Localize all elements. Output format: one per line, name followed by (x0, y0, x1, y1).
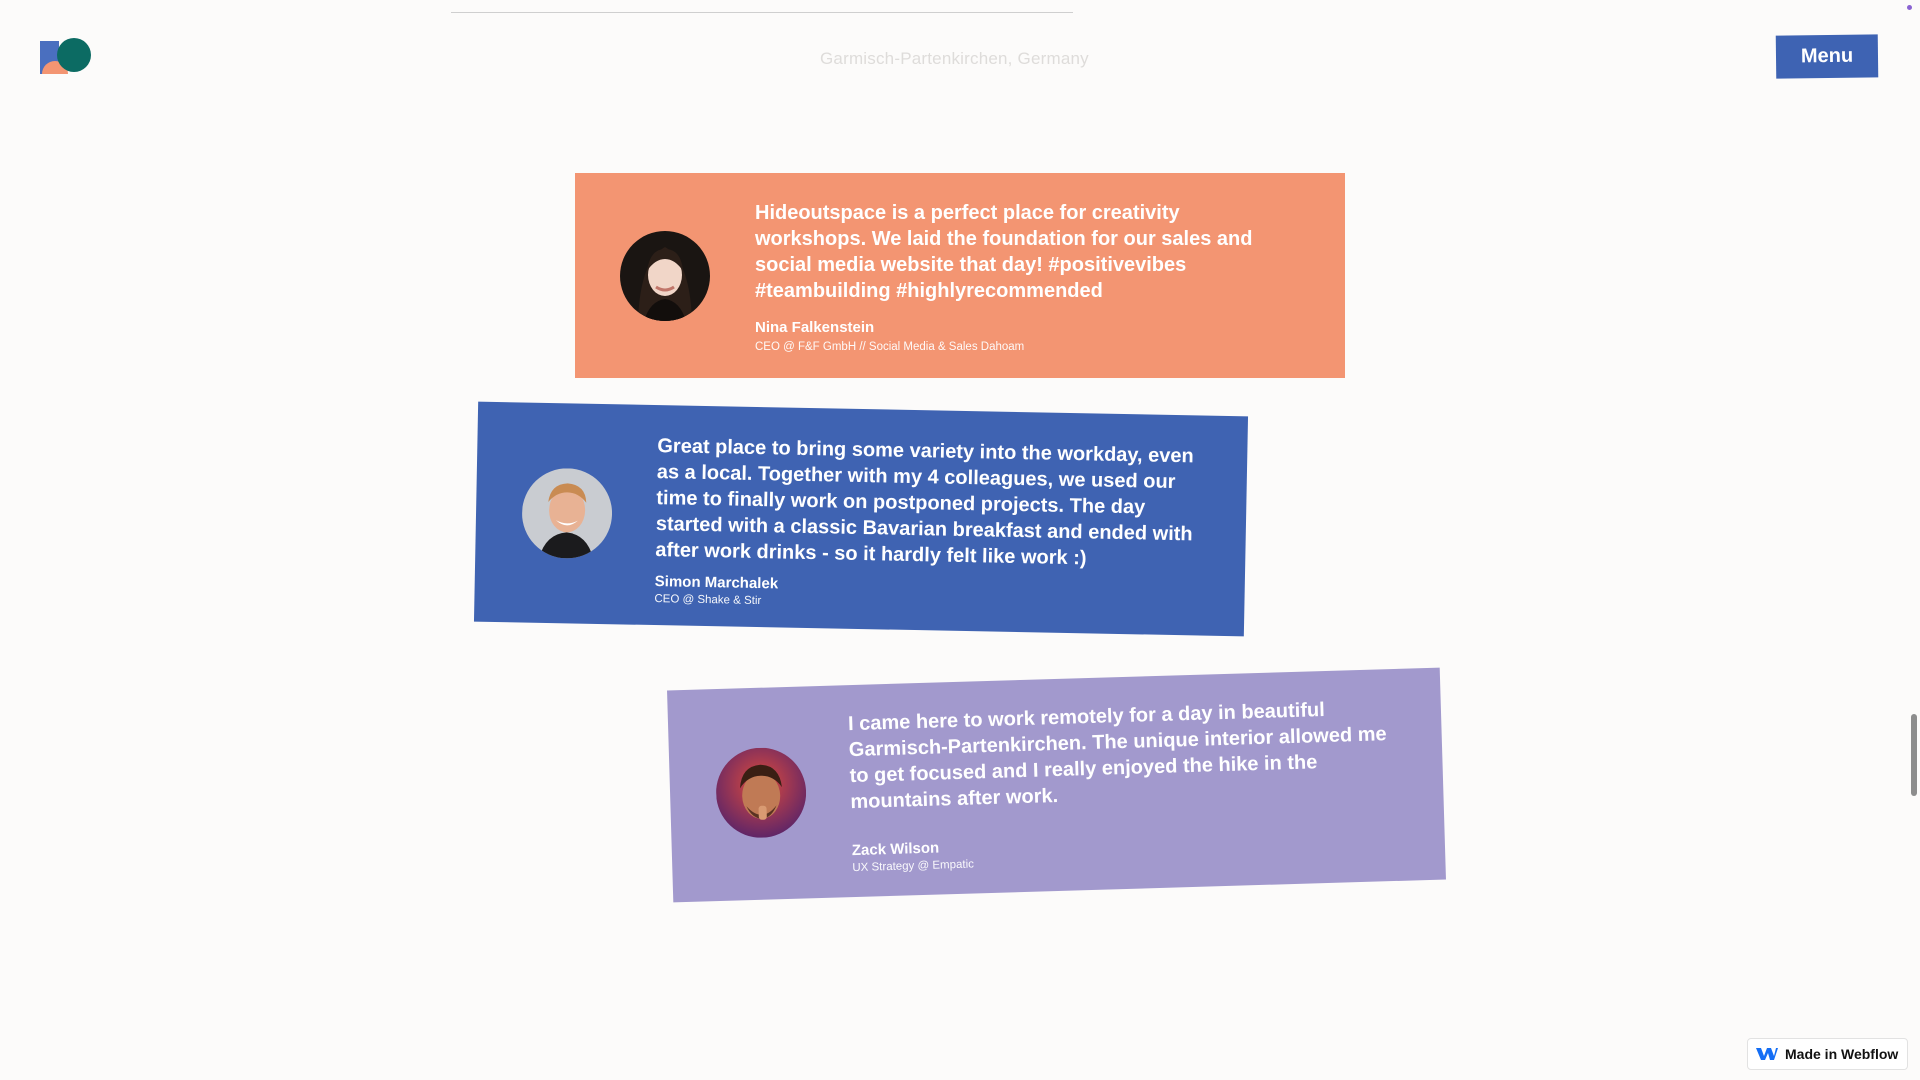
testimonial-role: CEO @ Shake & Stir (654, 593, 762, 608)
testimonial-quote: I came here to work remotely for a day i… (847, 699, 1387, 814)
testimonial-card: I came here to work remotely for a day i… (667, 667, 1446, 903)
testimonial-role: CEO @ F&F GmbH // Social Media & Sales D… (755, 341, 1025, 353)
location-text: Garmisch-Partenkirchen, Germany (820, 49, 1089, 68)
hideoutspace-logo[interactable] (40, 38, 92, 74)
badge-label: Made in Webflow (1785, 1046, 1899, 1062)
testimonial-card: Great place to bring some variety into t… (473, 401, 1249, 637)
testimonial-card: Hideoutspace is a perfect place for crea… (575, 173, 1345, 378)
scrollbar-thumb[interactable] (1911, 714, 1917, 796)
testimonial-role: UX Strategy @ Empatic (852, 858, 975, 875)
testimonial-author: Nina Falkenstein (755, 319, 875, 336)
webflow-icon (1756, 1048, 1778, 1060)
testimonial-quote: Great place to bring some variety into t… (655, 435, 1194, 570)
avatar (521, 467, 613, 560)
avatar (620, 231, 710, 321)
made-in-webflow-badge[interactable]: Made in Webflow (1747, 1038, 1908, 1070)
top-divider (451, 12, 1073, 13)
corner-dot (1907, 5, 1912, 10)
menu-button[interactable]: Menu (1775, 34, 1879, 79)
avatar (714, 746, 808, 840)
testimonial-author: Simon Marchalek (654, 573, 779, 593)
page: Garmisch-Partenkirchen, Germany Menu Hid… (0, 0, 1920, 1080)
logo-icon (40, 38, 91, 74)
testimonial-author: Zack Wilson (851, 839, 940, 860)
testimonial-quote: Hideoutspace is a perfect place for crea… (755, 202, 1253, 302)
